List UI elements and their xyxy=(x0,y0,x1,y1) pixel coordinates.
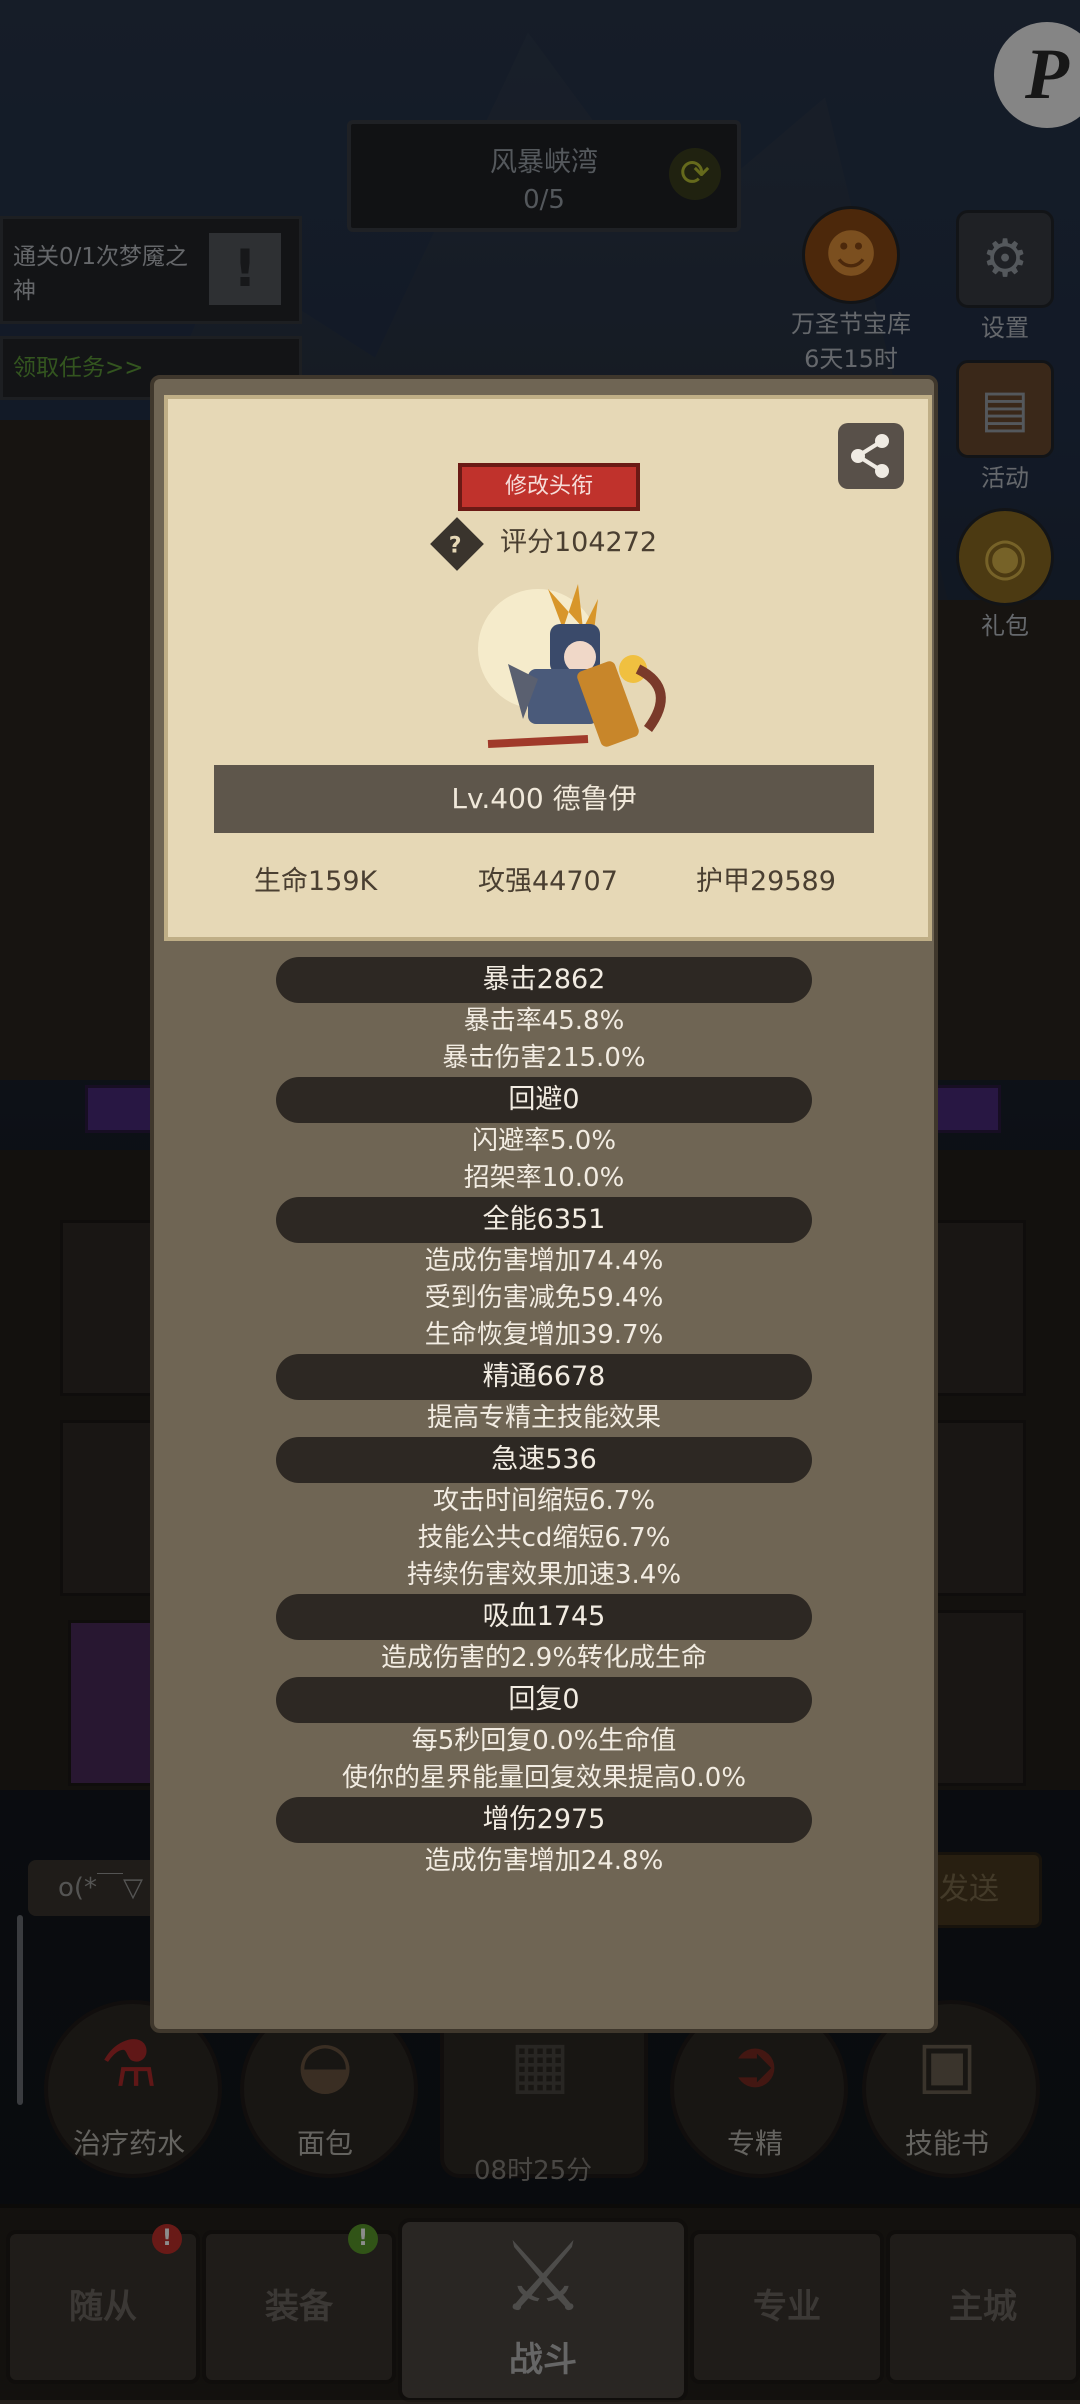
stat-header: 精通6678 xyxy=(276,1354,812,1400)
stat-header: 暴击2862 xyxy=(276,957,812,1003)
stat-detail: 提高专精主技能效果 xyxy=(426,1403,661,1433)
stat-detail: 招架率10.0% xyxy=(463,1163,625,1193)
stat-header: 回复0 xyxy=(276,1677,812,1723)
score-row: ? 评分104272 xyxy=(430,516,658,571)
stat-detail: 受到伤害减免59.4% xyxy=(424,1283,664,1313)
hp-stat: 生命159K xyxy=(254,866,378,897)
armor-stat: 护甲29589 xyxy=(696,866,836,897)
stat-header: 吸血1745 xyxy=(276,1594,812,1640)
stat-detail: 暴击率45.8% xyxy=(463,1006,625,1036)
share-icon xyxy=(851,434,889,478)
stat-detail: 生命恢复增加39.7% xyxy=(424,1320,664,1350)
stat-detail: 造成伤害增加74.4% xyxy=(424,1246,664,1276)
stat-header: 增伤2975 xyxy=(276,1797,812,1843)
stat-detail: 闪避率5.0% xyxy=(471,1126,617,1156)
stat-header: 急速536 xyxy=(276,1437,812,1483)
stat-detail: 暴击伤害215.0% xyxy=(442,1043,646,1073)
hero-avatar xyxy=(468,569,678,759)
stat-detail: 持续伤害效果加速3.4% xyxy=(406,1560,682,1590)
attack-stat: 攻强44707 xyxy=(478,866,618,897)
stat-detail: 每5秒回复0.0%生命值 xyxy=(411,1726,677,1756)
help-icon[interactable]: ? xyxy=(430,516,484,571)
character-card: 修改头衔 ? 评分104272 Lv.400 德鲁伊 生命159K 攻强44707… xyxy=(164,395,932,941)
stat-detail: 造成伤害的2.9%转化成生命 xyxy=(380,1643,708,1673)
stat-detail: 技能公共cd缩短6.7% xyxy=(417,1523,671,1553)
stat-header: 回避0 xyxy=(276,1077,812,1123)
share-button[interactable] xyxy=(838,423,904,489)
stat-detail: 造成伤害增加24.8% xyxy=(424,1846,664,1876)
score-value: 评分104272 xyxy=(500,527,658,558)
rename-title-button[interactable]: 修改头衔 xyxy=(458,463,640,511)
stat-detail: 攻击时间缩短6.7% xyxy=(432,1486,656,1516)
hero-name-bar: Lv.400 德鲁伊 xyxy=(214,765,874,833)
stat-list: 暴击2862 暴击率45.8% 暴击伤害215.0% 回避0 闪避率5.0% 招架率10.… xyxy=(154,957,934,1880)
character-info-modal: 修改头衔 ? 评分104272 Lv.400 德鲁伊 生命159K 攻强44707… xyxy=(150,375,938,2033)
stat-detail: 使你的星界能量回复效果提高0.0% xyxy=(341,1763,747,1793)
stat-header: 全能6351 xyxy=(276,1197,812,1243)
